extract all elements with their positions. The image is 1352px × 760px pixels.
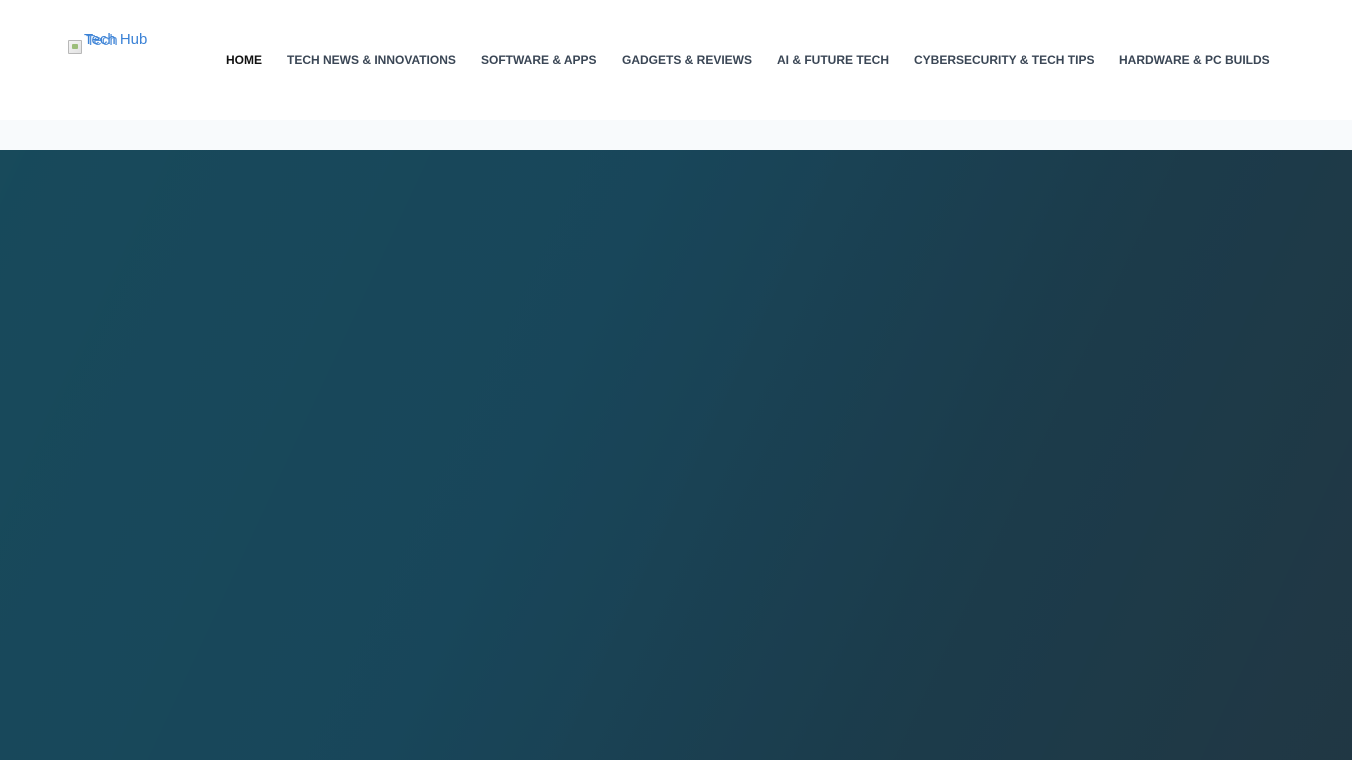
- nav-item-hardware-pc-builds[interactable]: HARDWARE & PC BUILDS: [1119, 52, 1270, 68]
- nav-item-tech-news-innovations[interactable]: TECH NEWS & INNOVATIONS: [287, 52, 456, 68]
- nav-item-ai-future-tech[interactable]: AI & FUTURE TECH: [777, 52, 889, 68]
- logo-alt-text-overlap: Tech: [86, 32, 118, 49]
- hero-gradient-overlay: [0, 150, 1352, 760]
- site-header: Tech Hub Tech HOME TECH NEWS & INNOVATIO…: [0, 0, 1352, 120]
- hero-banner: [0, 150, 1352, 760]
- nav-item-home[interactable]: HOME: [226, 52, 262, 68]
- header-sub-bar: [0, 120, 1352, 150]
- nav-item-software-apps[interactable]: SOFTWARE & APPS: [481, 52, 597, 68]
- nav-item-gadgets-reviews[interactable]: GADGETS & REVIEWS: [622, 52, 752, 68]
- main-navigation: HOME TECH NEWS & INNOVATIONS SOFTWARE & …: [0, 52, 1352, 68]
- nav-item-cybersecurity-tech-tips[interactable]: CYBERSECURITY & TECH TIPS: [914, 52, 1094, 68]
